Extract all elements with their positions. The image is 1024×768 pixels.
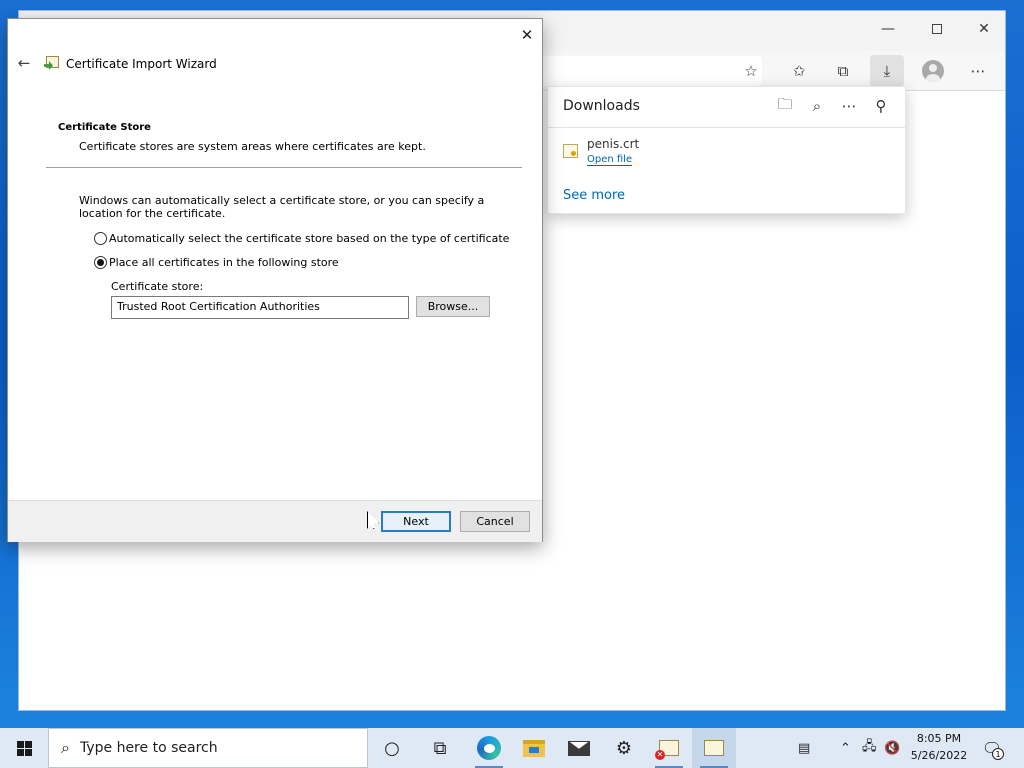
browse-button[interactable]: Browse... [416,296,490,317]
news-widget-icon[interactable]: ▤ [798,728,810,768]
certificate-store-field[interactable]: Trusted Root Certification Authorities [111,296,409,319]
profile-button[interactable] [916,55,950,87]
certificate-import-icon [704,740,724,756]
see-more-link[interactable]: See more [563,188,625,203]
next-button[interactable]: Next [381,511,451,532]
radio-auto-label: Automatically select the certificate sto… [109,232,510,245]
divider [46,167,522,168]
taskbar-search[interactable]: ⌕ Type here to search [48,728,368,768]
certificate-import-wizard: ✕ ← Certificate Import Wizard Certificat… [7,18,543,542]
network-icon[interactable]: 🖧 [862,728,877,768]
back-arrow-icon[interactable]: ← [14,53,34,73]
radio-button[interactable] [94,232,107,245]
more-menu-icon[interactable]: ⋯ [961,55,995,87]
start-button[interactable] [0,728,48,768]
minimize-button[interactable]: — [871,17,905,41]
clock-date: 5/26/2022 [910,749,968,762]
folder-icon [523,739,545,757]
collections-icon[interactable]: ⧉ [826,55,860,87]
chevron-up-icon[interactable]: ⌃ [840,728,851,768]
more-options-icon[interactable]: ⋯ [836,95,862,117]
mail-icon [568,740,590,756]
search-placeholder: Type here to search [79,740,218,756]
favorites-icon[interactable]: ✩ [782,55,816,87]
close-browser-button[interactable]: ✕ [967,17,1001,41]
taskbar: ⌕ Type here to search ○ ⧉ ⚙ ✕ ▤ ⌃ 🖧 🔇 8:… [0,728,1024,768]
avatar [922,60,944,82]
open-file-link[interactable]: Open file [587,154,633,166]
pin-icon[interactable]: ⚲ [868,95,894,117]
downloads-icon[interactable]: ⤓ [870,55,904,87]
download-filename[interactable]: penis.crt [587,137,639,151]
radio-auto-select[interactable]: Automatically select the certificate sto… [94,232,509,245]
edge-taskbar-button[interactable] [467,728,511,768]
certificate-wizard-icon [44,56,61,71]
windows-logo-icon [16,740,32,756]
clock[interactable]: 8:05 PM 5/26/2022 [905,730,973,766]
search-icon[interactable]: ⌕ [804,95,830,117]
certificate-store-label: Certificate store: [111,280,204,293]
clock-time: 8:05 PM [916,732,962,745]
file-explorer-button[interactable] [512,728,556,768]
search-icon: ⌕ [61,738,70,757]
radio-place-in-store[interactable]: Place all certificates in the following … [94,256,339,269]
edge-icon [477,736,501,760]
wizard-title: Certificate Import Wizard [66,57,217,71]
page-subheading: Certificate stores are system areas wher… [79,140,426,153]
wizard-footer: Next Cancel [8,500,542,542]
notifications-button[interactable]: 🗨 1 [978,736,1006,760]
task-view-icon[interactable]: ⧉ [418,728,462,768]
downloads-panel: Downloads 🗀 ⌕ ⋯ ⚲ penis.crt Open file Se… [547,86,906,214]
maximize-icon [932,24,942,34]
cortana-icon[interactable]: ○ [370,728,414,768]
certificate-wizard-taskbar-button[interactable] [692,728,736,768]
mouse-cursor-icon [367,511,379,529]
page-heading: Certificate Store [58,122,151,133]
desktop: — ✕ ☆ ✩ ⧉ ⤓ ⋯ Downloads 🗀 ⌕ ⋯ ⚲ penis.cr… [0,0,1024,768]
description-text: Windows can automatically select a certi… [79,194,485,220]
certificate-app-button[interactable]: ✕ [647,728,691,768]
certificate-file-icon [563,144,578,158]
close-icon[interactable]: ✕ [517,25,537,45]
certificate-error-icon: ✕ [655,740,679,760]
add-favorite-icon[interactable]: ☆ [734,55,768,87]
maximize-button[interactable] [920,17,954,41]
radio-place-label: Place all certificates in the following … [109,256,339,269]
folder-icon[interactable]: 🗀 [772,95,798,117]
cancel-button[interactable]: Cancel [460,511,530,532]
divider [548,127,905,128]
notification-badge: 1 [992,748,1004,760]
volume-muted-icon[interactable]: 🔇 [884,728,900,768]
radio-button-checked[interactable] [94,256,107,269]
mail-button[interactable] [557,728,601,768]
downloads-title: Downloads [563,98,640,114]
settings-button[interactable]: ⚙ [602,728,646,768]
